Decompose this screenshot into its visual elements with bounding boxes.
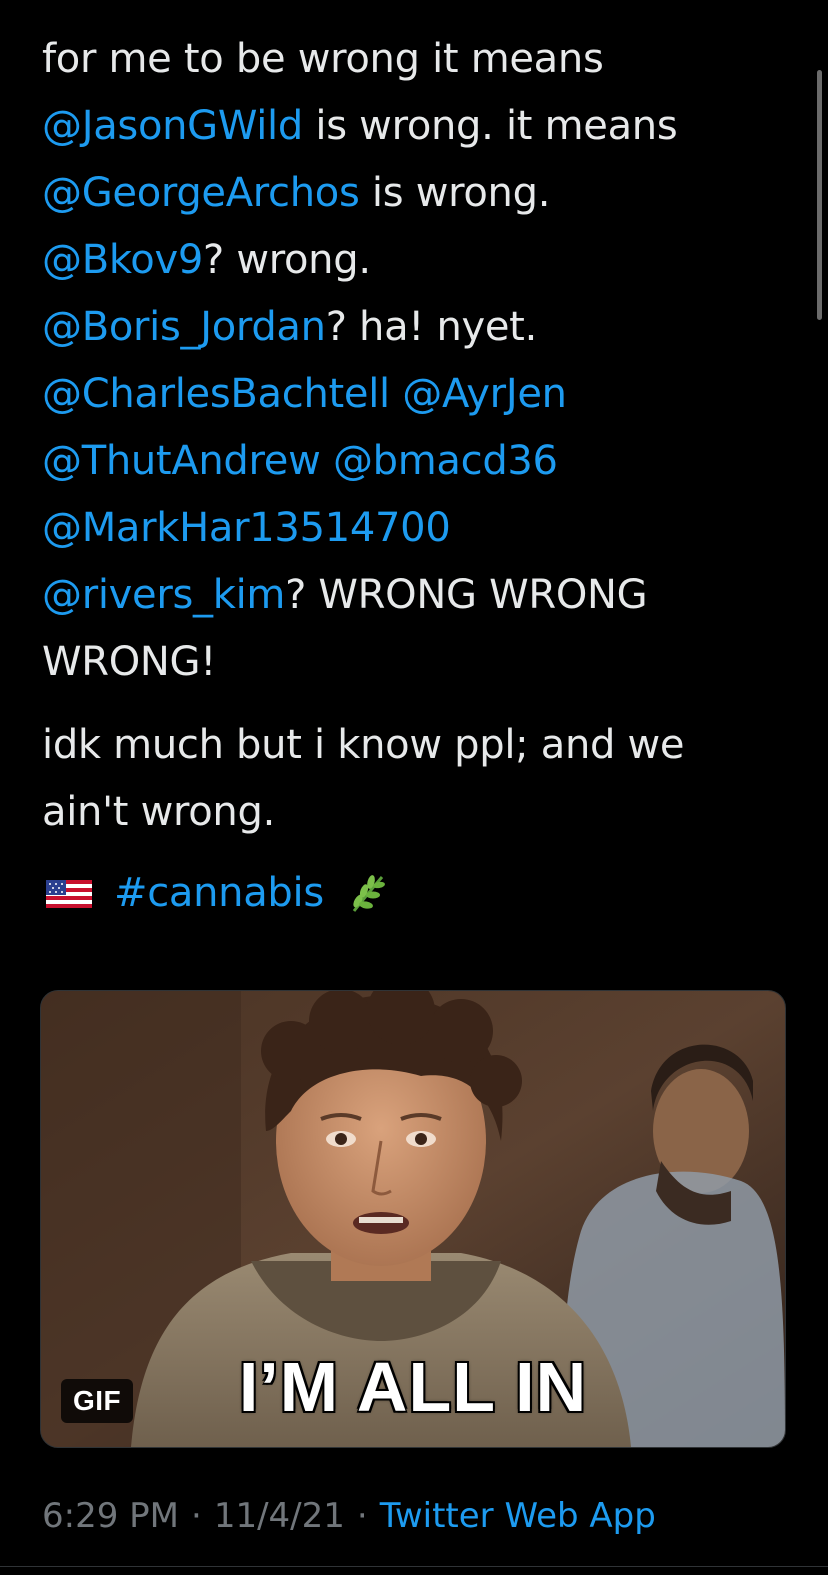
hashtag-cannabis-link[interactable]: #cannabis [114, 860, 324, 927]
tweet-body: for me to be wrong it means @JasonGWild i… [42, 26, 802, 927]
tweet-time[interactable]: 6:29 PM [42, 1496, 179, 1536]
tweet-text-line: @ThutAndrew @bmacd36 [42, 428, 802, 495]
us-flag-icon [46, 879, 92, 908]
gif-caption: I’M ALL IN [238, 1348, 588, 1426]
tweet-text-line: @MarkHar13514700 [42, 495, 802, 562]
mention-link[interactable]: @Bkov9 [42, 237, 203, 283]
tweet-text-segment [390, 371, 402, 417]
mention-link[interactable]: @ThutAndrew [42, 438, 321, 484]
mention-link[interactable]: @GeorgeArchos [42, 170, 360, 216]
mention-link[interactable]: @Boris_Jordan [42, 304, 326, 350]
paragraph-line: idk much but i know ppl; and we [42, 722, 685, 768]
tweet-text-line: @rivers_kim? WRONG WRONG [42, 562, 802, 629]
tweet-text-line: WRONG! [42, 629, 802, 696]
tweet-source-link[interactable]: Twitter Web App [380, 1496, 656, 1536]
tweet-date[interactable]: 11/4/21 [214, 1496, 345, 1536]
tweet-paragraph-2: idk much but i know ppl; and we ain't wr… [42, 712, 802, 846]
tweet-text-segment [321, 438, 333, 484]
divider [0, 1566, 828, 1567]
tweet-text-line: @JasonGWild is wrong. it means [42, 93, 802, 160]
tweet-text-segment: ? WRONG WRONG [285, 572, 648, 618]
gif-media[interactable]: GIF I’M ALL IN [40, 990, 786, 1448]
tweet-text-line: @Bkov9? wrong. [42, 227, 802, 294]
mention-link[interactable]: @JasonGWild [42, 103, 303, 149]
mention-link[interactable]: @CharlesBachtell [42, 371, 390, 417]
tweet-text-segment: for me to be wrong it means [42, 36, 604, 82]
tweet-meta: 6:29 PM · 11/4/21 · Twitter Web App [42, 1496, 656, 1536]
mention-link[interactable]: @rivers_kim [42, 572, 285, 618]
mention-link[interactable]: @AyrJen [402, 371, 567, 417]
hashtag-line: #cannabis [42, 860, 802, 927]
tweet-text-line: @CharlesBachtell @AyrJen [42, 361, 802, 428]
tweet-text-segment: is wrong. [359, 170, 551, 216]
herb-icon [352, 874, 385, 912]
tweet-text-segment: WRONG! [42, 639, 216, 685]
mention-link[interactable]: @MarkHar13514700 [42, 505, 451, 551]
scrollbar[interactable] [817, 70, 822, 320]
tweet-text-line: for me to be wrong it means [42, 26, 802, 93]
tweet-text-segment: ? ha! nyet. [325, 304, 538, 350]
paragraph-line: ain't wrong. [42, 789, 275, 835]
tweet-text-segment: ? wrong. [202, 237, 371, 283]
tweet-text-line: @GeorgeArchos is wrong. [42, 160, 802, 227]
meta-separator: · [356, 1496, 368, 1536]
tweet-text-segment: is wrong. it means [302, 103, 678, 149]
tweet-text: for me to be wrong it means @JasonGWild i… [42, 26, 802, 696]
tweet-text-line: @Boris_Jordan? ha! nyet. [42, 294, 802, 361]
mention-link[interactable]: @bmacd36 [333, 438, 558, 484]
meta-separator: · [191, 1496, 202, 1536]
